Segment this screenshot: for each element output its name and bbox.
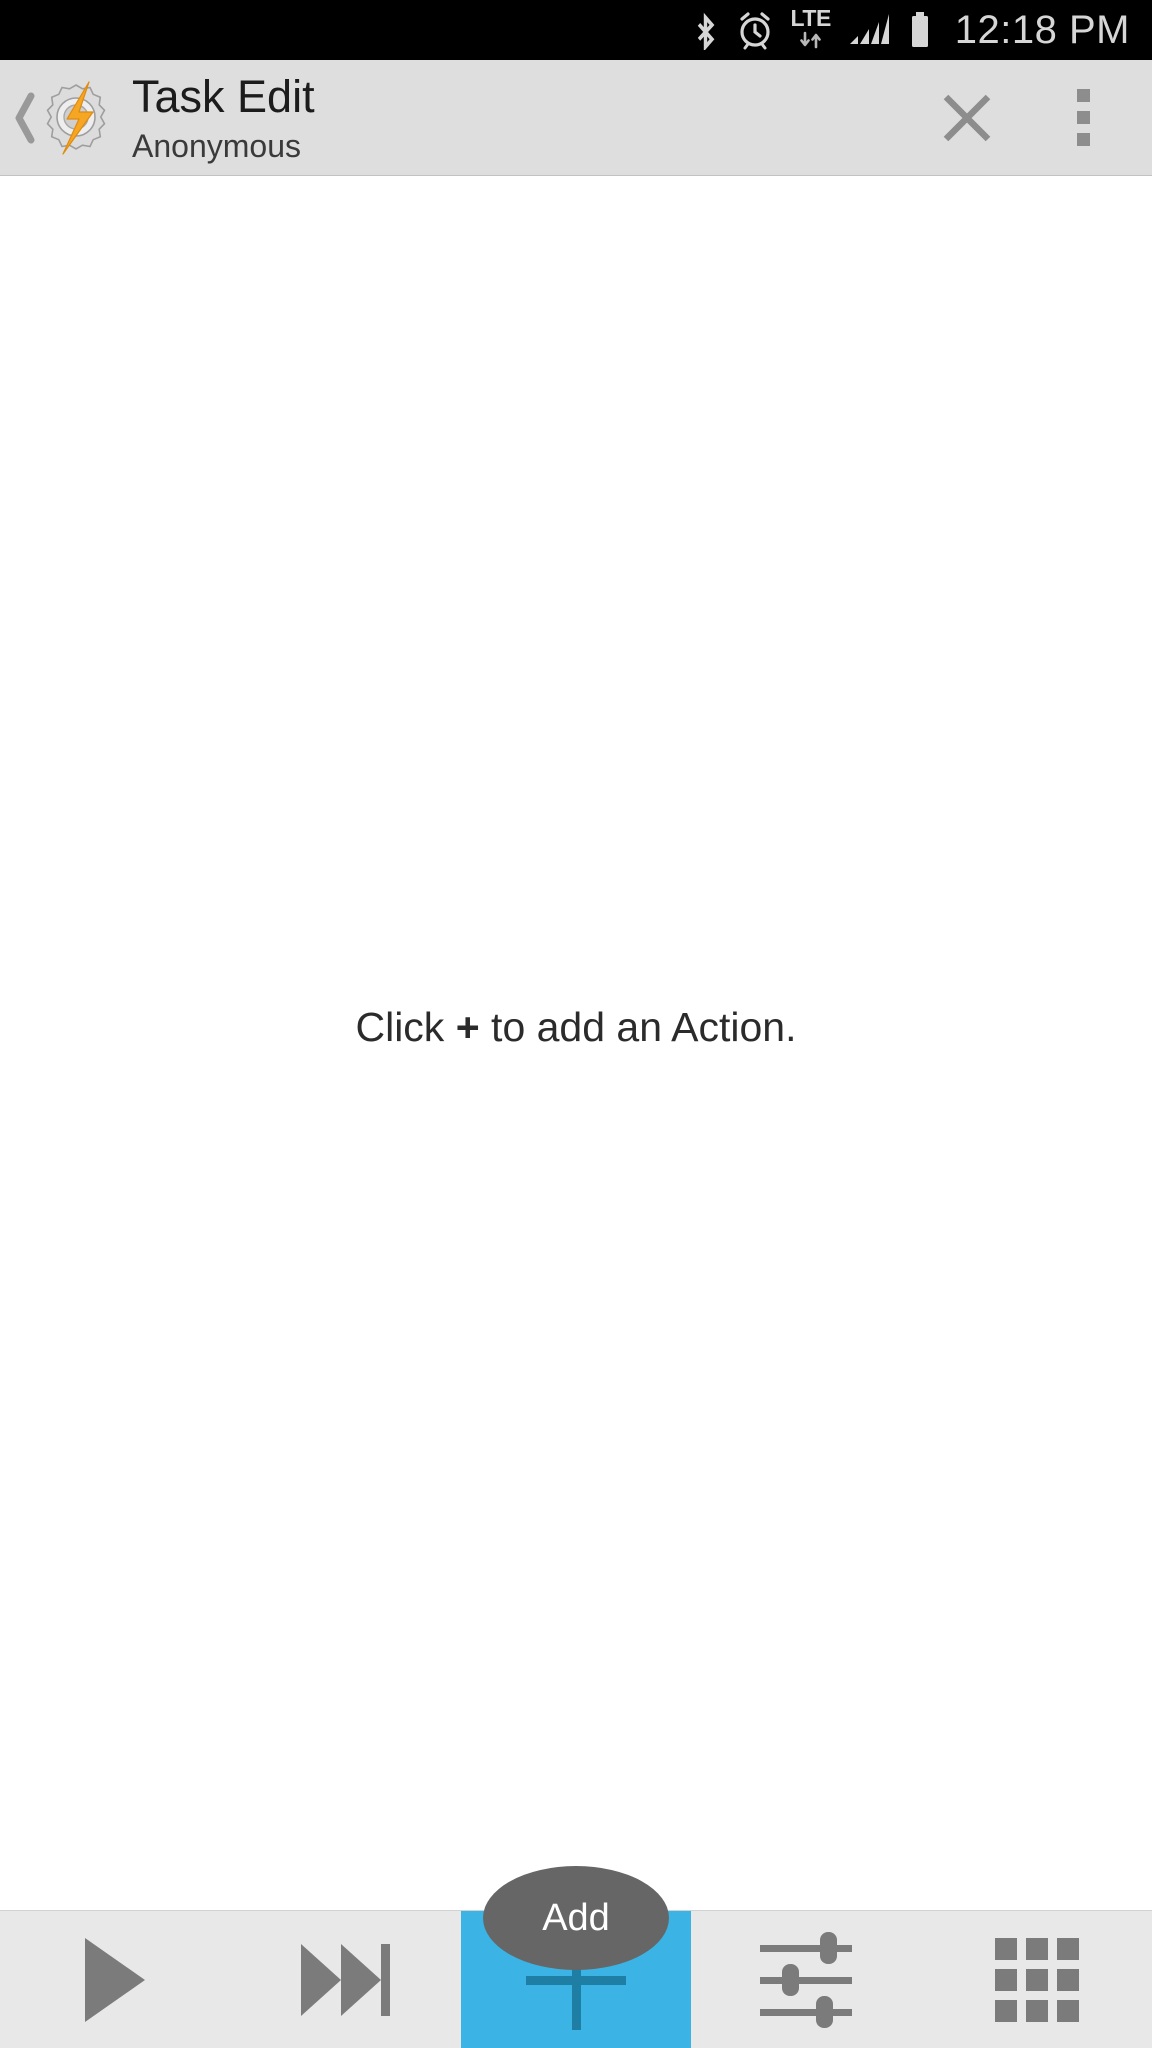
close-button[interactable] xyxy=(932,83,1002,153)
empty-state-hint: Click + to add an Action. xyxy=(355,1004,796,1051)
grid-icon xyxy=(994,1937,1079,2022)
data-transfer-arrows-icon xyxy=(796,31,826,53)
page-title: Task Edit xyxy=(132,70,315,122)
add-tooltip: Add xyxy=(483,1866,669,1970)
chevron-left-icon xyxy=(15,92,35,143)
play-button[interactable] xyxy=(0,1911,230,2048)
phone-screen: LTE 12:18 PM Task Edit Anonymous Click +… xyxy=(0,0,1152,2048)
properties-button[interactable] xyxy=(691,1911,921,2048)
tasker-gear-bolt-icon xyxy=(36,78,116,158)
step-button[interactable] xyxy=(230,1911,460,2048)
page-subtitle: Anonymous xyxy=(132,127,301,164)
hint-prefix: Click xyxy=(355,1003,456,1050)
overflow-menu-button[interactable] xyxy=(1048,83,1118,153)
lte-icon: LTE xyxy=(791,7,831,53)
menu-grid-button[interactable] xyxy=(922,1911,1152,2048)
bluetooth-icon xyxy=(693,10,719,50)
alarm-clock-icon xyxy=(736,10,774,50)
play-icon xyxy=(85,1937,146,2022)
action-list-empty-state: Click + to add an Action. Add xyxy=(0,176,1152,1970)
battery-icon xyxy=(907,10,933,50)
app-header: Task Edit Anonymous xyxy=(0,60,1152,176)
add-tooltip-label: Add xyxy=(542,1897,610,1939)
status-icon-group: LTE xyxy=(693,7,933,53)
close-icon xyxy=(943,94,991,141)
status-bar: LTE 12:18 PM xyxy=(0,0,1152,60)
signal-bars-icon xyxy=(848,10,890,50)
skip-next-icon xyxy=(301,1943,391,2016)
lte-label: LTE xyxy=(790,5,832,31)
more-vertical-icon xyxy=(1076,89,1090,146)
status-clock: 12:18 PM xyxy=(954,7,1130,52)
header-title-block: Task Edit Anonymous xyxy=(132,74,932,162)
sliders-icon xyxy=(760,1931,853,2028)
hint-plus-symbol: + xyxy=(455,1003,480,1050)
hint-suffix: to add an Action. xyxy=(479,1003,797,1050)
header-actions xyxy=(932,83,1118,153)
